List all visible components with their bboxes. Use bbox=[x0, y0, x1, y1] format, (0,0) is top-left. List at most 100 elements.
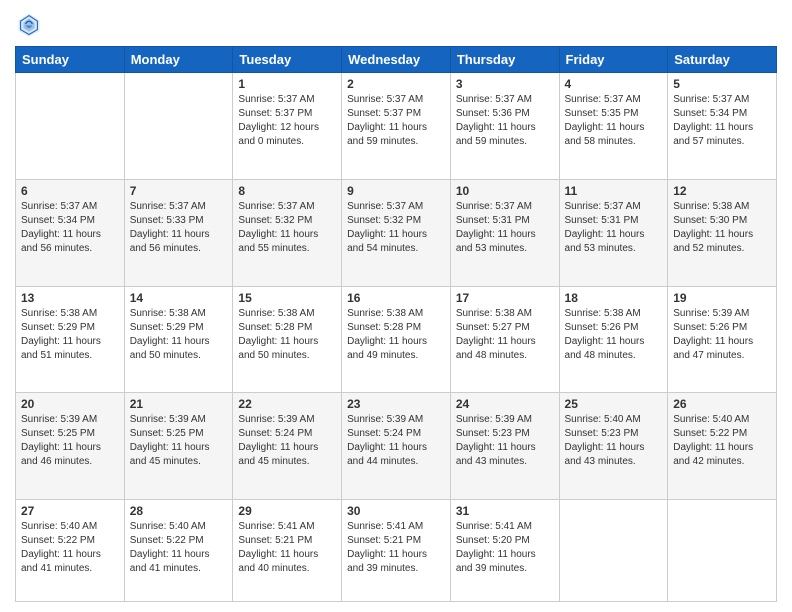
day-number: 14 bbox=[130, 291, 228, 305]
day-number: 6 bbox=[21, 184, 119, 198]
calendar-cell: 30 Sunrise: 5:41 AM Sunset: 5:21 PM Dayli… bbox=[342, 500, 451, 602]
calendar-cell: 19 Sunrise: 5:39 AM Sunset: 5:26 PM Dayli… bbox=[668, 286, 777, 393]
day-info: Sunrise: 5:39 AM Sunset: 5:26 PM Dayligh… bbox=[673, 307, 771, 363]
day-header-thursday: Thursday bbox=[450, 47, 559, 73]
header bbox=[15, 10, 777, 38]
logo bbox=[15, 10, 47, 38]
day-number: 31 bbox=[456, 504, 554, 518]
day-header-wednesday: Wednesday bbox=[342, 47, 451, 73]
day-number: 2 bbox=[347, 77, 445, 91]
calendar-cell: 31Sunrise: 5:41 AM Sunset: 5:20 PM Dayli… bbox=[450, 500, 559, 602]
calendar-cell: 25Sunrise: 5:40 AM Sunset: 5:23 PM Dayli… bbox=[559, 393, 668, 500]
day-number: 7 bbox=[130, 184, 228, 198]
day-info: Sunrise: 5:40 AM Sunset: 5:22 PM Dayligh… bbox=[21, 520, 119, 576]
day-number: 19 bbox=[673, 291, 771, 305]
day-number: 16 bbox=[347, 291, 445, 305]
day-number: 10 bbox=[456, 184, 554, 198]
calendar-cell: 21 Sunrise: 5:39 AM Sunset: 5:25 PM Dayli… bbox=[124, 393, 233, 500]
day-info: Sunrise: 5:39 AM Sunset: 5:24 PM Dayligh… bbox=[347, 413, 445, 469]
calendar-cell: 14 Sunrise: 5:38 AM Sunset: 5:29 PM Dayli… bbox=[124, 286, 233, 393]
day-number: 20 bbox=[21, 397, 119, 411]
day-header-sunday: Sunday bbox=[16, 47, 125, 73]
calendar-cell: 11Sunrise: 5:37 AM Sunset: 5:31 PM Dayli… bbox=[559, 179, 668, 286]
day-info: Sunrise: 5:37 AM Sunset: 5:31 PM Dayligh… bbox=[565, 200, 663, 256]
logo-icon bbox=[15, 10, 43, 38]
day-info: Sunrise: 5:39 AM Sunset: 5:25 PM Dayligh… bbox=[130, 413, 228, 469]
calendar-cell: 6 Sunrise: 5:37 AM Sunset: 5:34 PM Daylig… bbox=[16, 179, 125, 286]
calendar-cell: 27 Sunrise: 5:40 AM Sunset: 5:22 PM Dayli… bbox=[16, 500, 125, 602]
day-info: Sunrise: 5:37 AM Sunset: 5:37 PM Dayligh… bbox=[238, 93, 336, 149]
day-info: Sunrise: 5:37 AM Sunset: 5:34 PM Dayligh… bbox=[21, 200, 119, 256]
day-info: Sunrise: 5:41 AM Sunset: 5:21 PM Dayligh… bbox=[347, 520, 445, 576]
calendar-cell bbox=[559, 500, 668, 602]
day-number: 29 bbox=[238, 504, 336, 518]
day-info: Sunrise: 5:38 AM Sunset: 5:26 PM Dayligh… bbox=[565, 307, 663, 363]
day-info: Sunrise: 5:37 AM Sunset: 5:31 PM Dayligh… bbox=[456, 200, 554, 256]
day-info: Sunrise: 5:37 AM Sunset: 5:36 PM Dayligh… bbox=[456, 93, 554, 149]
calendar-cell: 2Sunrise: 5:37 AM Sunset: 5:37 PM Daylig… bbox=[342, 73, 451, 180]
calendar-cell: 9Sunrise: 5:37 AM Sunset: 5:32 PM Daylig… bbox=[342, 179, 451, 286]
calendar-cell: 5Sunrise: 5:37 AM Sunset: 5:34 PM Daylig… bbox=[668, 73, 777, 180]
calendar-cell bbox=[16, 73, 125, 180]
day-number: 4 bbox=[565, 77, 663, 91]
day-header-monday: Monday bbox=[124, 47, 233, 73]
day-info: Sunrise: 5:39 AM Sunset: 5:23 PM Dayligh… bbox=[456, 413, 554, 469]
calendar-cell: 16 Sunrise: 5:38 AM Sunset: 5:28 PM Dayli… bbox=[342, 286, 451, 393]
day-number: 22 bbox=[238, 397, 336, 411]
day-number: 21 bbox=[130, 397, 228, 411]
calendar-cell: 22 Sunrise: 5:39 AM Sunset: 5:24 PM Dayli… bbox=[233, 393, 342, 500]
day-info: Sunrise: 5:41 AM Sunset: 5:21 PM Dayligh… bbox=[238, 520, 336, 576]
day-info: Sunrise: 5:38 AM Sunset: 5:29 PM Dayligh… bbox=[130, 307, 228, 363]
calendar-cell: 18 Sunrise: 5:38 AM Sunset: 5:26 PM Dayli… bbox=[559, 286, 668, 393]
day-number: 27 bbox=[21, 504, 119, 518]
day-info: Sunrise: 5:38 AM Sunset: 5:28 PM Dayligh… bbox=[347, 307, 445, 363]
day-number: 17 bbox=[456, 291, 554, 305]
calendar-week-row: 27 Sunrise: 5:40 AM Sunset: 5:22 PM Dayli… bbox=[16, 500, 777, 602]
day-info: Sunrise: 5:38 AM Sunset: 5:30 PM Dayligh… bbox=[673, 200, 771, 256]
day-info: Sunrise: 5:37 AM Sunset: 5:32 PM Dayligh… bbox=[347, 200, 445, 256]
day-info: Sunrise: 5:39 AM Sunset: 5:25 PM Dayligh… bbox=[21, 413, 119, 469]
calendar-cell: 12 Sunrise: 5:38 AM Sunset: 5:30 PM Dayli… bbox=[668, 179, 777, 286]
day-number: 30 bbox=[347, 504, 445, 518]
calendar-week-row: 20 Sunrise: 5:39 AM Sunset: 5:25 PM Dayli… bbox=[16, 393, 777, 500]
day-info: Sunrise: 5:37 AM Sunset: 5:34 PM Dayligh… bbox=[673, 93, 771, 149]
day-header-friday: Friday bbox=[559, 47, 668, 73]
day-number: 23 bbox=[347, 397, 445, 411]
calendar-week-row: 13Sunrise: 5:38 AM Sunset: 5:29 PM Dayli… bbox=[16, 286, 777, 393]
calendar-cell: 15 Sunrise: 5:38 AM Sunset: 5:28 PM Dayli… bbox=[233, 286, 342, 393]
calendar-cell: 28 Sunrise: 5:40 AM Sunset: 5:22 PM Dayli… bbox=[124, 500, 233, 602]
calendar-table: SundayMondayTuesdayWednesdayThursdayFrid… bbox=[15, 46, 777, 602]
calendar-cell bbox=[124, 73, 233, 180]
calendar-header-row: SundayMondayTuesdayWednesdayThursdayFrid… bbox=[16, 47, 777, 73]
calendar-cell: 17 Sunrise: 5:38 AM Sunset: 5:27 PM Dayli… bbox=[450, 286, 559, 393]
calendar-cell: 20 Sunrise: 5:39 AM Sunset: 5:25 PM Dayli… bbox=[16, 393, 125, 500]
day-header-saturday: Saturday bbox=[668, 47, 777, 73]
day-number: 28 bbox=[130, 504, 228, 518]
day-info: Sunrise: 5:40 AM Sunset: 5:22 PM Dayligh… bbox=[130, 520, 228, 576]
day-number: 12 bbox=[673, 184, 771, 198]
day-number: 26 bbox=[673, 397, 771, 411]
calendar-cell: 8Sunrise: 5:37 AM Sunset: 5:32 PM Daylig… bbox=[233, 179, 342, 286]
calendar-cell: 23 Sunrise: 5:39 AM Sunset: 5:24 PM Dayli… bbox=[342, 393, 451, 500]
day-number: 8 bbox=[238, 184, 336, 198]
day-number: 3 bbox=[456, 77, 554, 91]
calendar-week-row: 1 Sunrise: 5:37 AM Sunset: 5:37 PM Daylig… bbox=[16, 73, 777, 180]
calendar-cell: 1 Sunrise: 5:37 AM Sunset: 5:37 PM Daylig… bbox=[233, 73, 342, 180]
page: SundayMondayTuesdayWednesdayThursdayFrid… bbox=[0, 0, 792, 612]
calendar-cell: 13Sunrise: 5:38 AM Sunset: 5:29 PM Dayli… bbox=[16, 286, 125, 393]
day-info: Sunrise: 5:37 AM Sunset: 5:35 PM Dayligh… bbox=[565, 93, 663, 149]
day-number: 15 bbox=[238, 291, 336, 305]
day-info: Sunrise: 5:38 AM Sunset: 5:28 PM Dayligh… bbox=[238, 307, 336, 363]
day-info: Sunrise: 5:39 AM Sunset: 5:24 PM Dayligh… bbox=[238, 413, 336, 469]
calendar-cell: 29 Sunrise: 5:41 AM Sunset: 5:21 PM Dayli… bbox=[233, 500, 342, 602]
day-number: 18 bbox=[565, 291, 663, 305]
day-number: 1 bbox=[238, 77, 336, 91]
day-info: Sunrise: 5:38 AM Sunset: 5:29 PM Dayligh… bbox=[21, 307, 119, 363]
calendar-cell: 4 Sunrise: 5:37 AM Sunset: 5:35 PM Daylig… bbox=[559, 73, 668, 180]
calendar-cell: 24Sunrise: 5:39 AM Sunset: 5:23 PM Dayli… bbox=[450, 393, 559, 500]
calendar-cell: 7Sunrise: 5:37 AM Sunset: 5:33 PM Daylig… bbox=[124, 179, 233, 286]
day-info: Sunrise: 5:38 AM Sunset: 5:27 PM Dayligh… bbox=[456, 307, 554, 363]
calendar-cell: 3 Sunrise: 5:37 AM Sunset: 5:36 PM Daylig… bbox=[450, 73, 559, 180]
day-number: 25 bbox=[565, 397, 663, 411]
day-header-tuesday: Tuesday bbox=[233, 47, 342, 73]
